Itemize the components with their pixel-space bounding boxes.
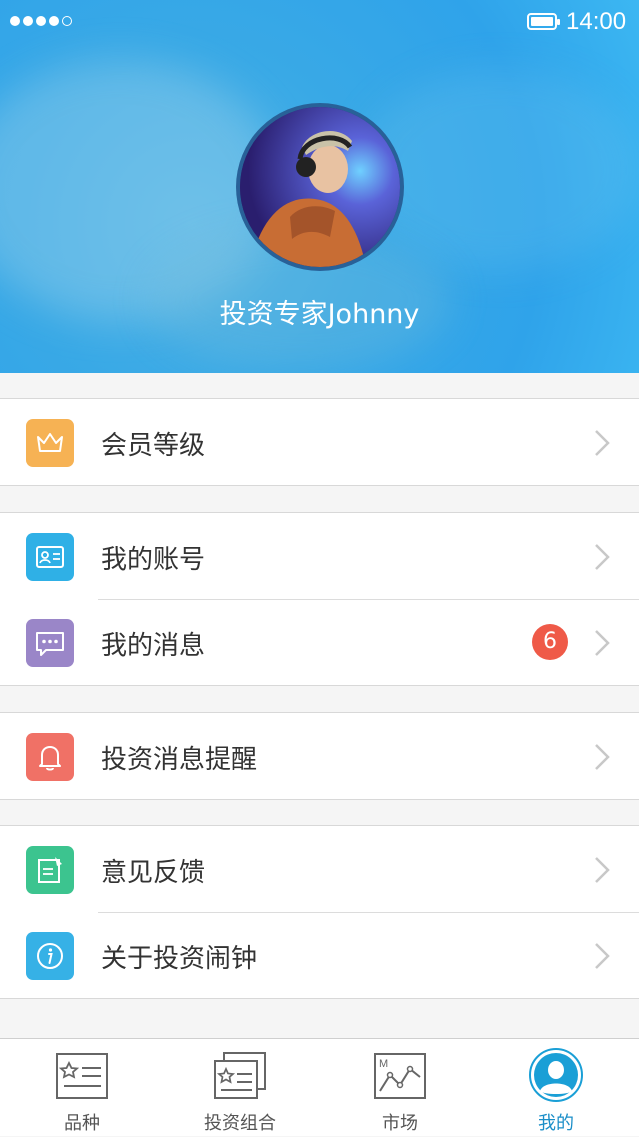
tab-label: 市场 bbox=[382, 1113, 418, 1134]
menu-item-about[interactable]: 关于投资闹钟 bbox=[0, 912, 639, 998]
menu-item-my-account[interactable]: 我的账号 bbox=[0, 513, 639, 599]
crown-icon bbox=[26, 419, 74, 467]
menu-item-label: 会员等级 bbox=[101, 431, 206, 461]
chevron-right-icon bbox=[595, 943, 610, 969]
svg-text:M: M bbox=[379, 1058, 388, 1070]
menu-group-alerts: 投资消息提醒 bbox=[0, 712, 639, 800]
chevron-right-icon bbox=[595, 544, 610, 570]
chevron-right-icon bbox=[595, 857, 610, 883]
portfolio-icon bbox=[214, 1052, 266, 1099]
chevron-right-icon bbox=[595, 630, 610, 656]
tab-label: 我的 bbox=[538, 1113, 574, 1134]
status-time: 14:00 bbox=[566, 8, 627, 35]
bottom-tab-bar: 品种 投资组合 M 市场 我的 bbox=[0, 1038, 639, 1136]
signal-strength-icon bbox=[10, 16, 72, 26]
market-chart-icon: M bbox=[374, 1053, 426, 1099]
menu-item-feedback[interactable]: 意见反馈 bbox=[0, 826, 639, 912]
status-bar: 14:00 bbox=[0, 0, 639, 48]
battery-icon bbox=[527, 13, 560, 30]
tab-varieties[interactable]: 品种 bbox=[2, 1039, 162, 1137]
info-icon bbox=[26, 932, 74, 980]
tab-label: 投资组合 bbox=[204, 1113, 276, 1134]
menu-item-investment-alerts[interactable]: 投资消息提醒 bbox=[0, 713, 639, 799]
menu-group-membership: 会员等级 bbox=[0, 398, 639, 486]
username: 投资专家Johnny bbox=[219, 299, 420, 330]
menu-item-label: 我的账号 bbox=[101, 545, 206, 575]
feedback-icon bbox=[26, 846, 74, 894]
bell-icon bbox=[26, 733, 74, 781]
tab-mine[interactable]: 我的 bbox=[476, 1039, 636, 1137]
menu-item-label: 意见反馈 bbox=[101, 858, 206, 888]
avatar-photo bbox=[240, 107, 400, 267]
menu-group-about: 意见反馈 关于投资闹钟 bbox=[0, 825, 639, 999]
profile-header: 14:00 投资专家Johnny bbox=[0, 0, 639, 373]
unread-count-badge: 6 bbox=[532, 624, 568, 660]
id-card-icon bbox=[26, 533, 74, 581]
menu-item-label: 关于投资闹钟 bbox=[101, 944, 258, 974]
menu-item-membership-level[interactable]: 会员等级 bbox=[0, 399, 639, 485]
tab-label: 品种 bbox=[64, 1113, 100, 1134]
message-icon bbox=[26, 619, 74, 667]
chevron-right-icon bbox=[595, 430, 610, 456]
user-profile-icon bbox=[529, 1048, 583, 1102]
avatar[interactable] bbox=[236, 103, 404, 271]
menu-item-label: 投资消息提醒 bbox=[101, 745, 258, 775]
menu-group-account: 我的账号 我的消息 6 bbox=[0, 512, 639, 686]
tab-portfolio[interactable]: 投资组合 bbox=[160, 1039, 320, 1137]
varieties-icon bbox=[56, 1053, 108, 1099]
tab-market[interactable]: M 市场 bbox=[320, 1039, 480, 1137]
menu-item-my-messages[interactable]: 我的消息 6 bbox=[0, 599, 639, 685]
menu-item-label: 我的消息 bbox=[101, 631, 206, 661]
chevron-right-icon bbox=[595, 744, 610, 770]
